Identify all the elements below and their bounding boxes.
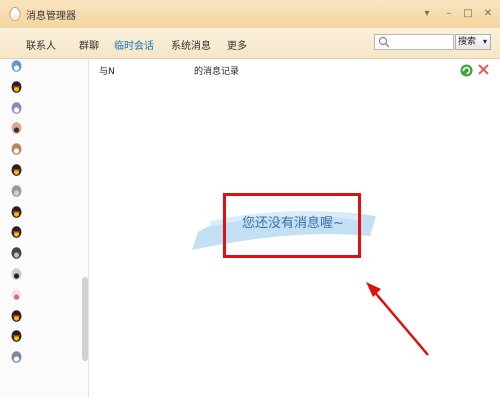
penguin-avatar[interactable] bbox=[10, 163, 23, 176]
message-panel: 与N 的消息记录 您还没有消息喔~ bbox=[90, 59, 500, 398]
qq-logo-icon bbox=[9, 7, 21, 21]
contact-sidebar bbox=[0, 59, 89, 398]
message-manager-window: 消息管理器 ▾ – □ ✕ 联系人 群聊 临时会话 系统消息 更多 搜索 ▾ 与… bbox=[0, 0, 500, 398]
penguin-avatar[interactable] bbox=[10, 309, 23, 322]
white-penguin-avatar[interactable] bbox=[10, 267, 23, 280]
nav-toolbar: 联系人 群聊 临时会话 系统消息 更多 搜索 ▾ bbox=[0, 28, 500, 59]
dropdown-menu-button[interactable]: ▾ bbox=[419, 7, 435, 21]
bunny-avatar[interactable] bbox=[10, 288, 23, 301]
tab-temp-chat[interactable]: 临时会话 bbox=[114, 37, 154, 52]
close-button[interactable]: ✕ bbox=[480, 7, 496, 21]
baidu-watermark-url: jingyan.baidu.com bbox=[384, 376, 458, 385]
face-avatar[interactable] bbox=[10, 121, 23, 135]
search-input[interactable] bbox=[374, 34, 454, 50]
penguin-avatar[interactable] bbox=[10, 205, 23, 218]
maximize-button[interactable]: □ bbox=[460, 7, 476, 21]
penguin-avatar[interactable] bbox=[10, 225, 23, 239]
message-records-label: 的消息记录 bbox=[194, 67, 240, 77]
cat-avatar[interactable] bbox=[10, 142, 23, 155]
refresh-icon[interactable] bbox=[460, 64, 473, 77]
annotation-highlight-box bbox=[223, 193, 361, 258]
tab-contacts[interactable]: 联系人 bbox=[26, 37, 56, 52]
round-avatar[interactable] bbox=[10, 350, 23, 363]
tab-group-chat[interactable]: 群聊 bbox=[79, 37, 99, 52]
window-title: 消息管理器 bbox=[26, 11, 76, 22]
delete-icon[interactable] bbox=[478, 64, 489, 75]
search-button-label: 搜索 bbox=[458, 37, 477, 47]
penguin-avatar[interactable] bbox=[10, 329, 23, 343]
minimize-button[interactable]: – bbox=[441, 7, 457, 21]
tab-more[interactable]: 更多 bbox=[227, 37, 247, 52]
search-button[interactable]: 搜索 ▾ bbox=[455, 34, 491, 50]
baidu-watermark: Baidu 经验 bbox=[384, 355, 462, 371]
penguin-avatar[interactable] bbox=[10, 80, 23, 93]
globe-avatar[interactable] bbox=[10, 59, 23, 72]
chevron-down-icon: ▾ bbox=[482, 37, 487, 46]
tab-system-messages[interactable]: 系统消息 bbox=[171, 37, 211, 52]
bird-avatar[interactable] bbox=[10, 101, 23, 114]
conversation-with-label: 与N bbox=[99, 67, 115, 77]
search-icon bbox=[378, 36, 390, 48]
title-bar: 消息管理器 ▾ – □ ✕ bbox=[0, 0, 500, 28]
sidebar-scrollbar[interactable] bbox=[82, 277, 88, 361]
dark-avatar[interactable] bbox=[10, 246, 23, 259]
gray-avatar[interactable] bbox=[10, 184, 23, 197]
